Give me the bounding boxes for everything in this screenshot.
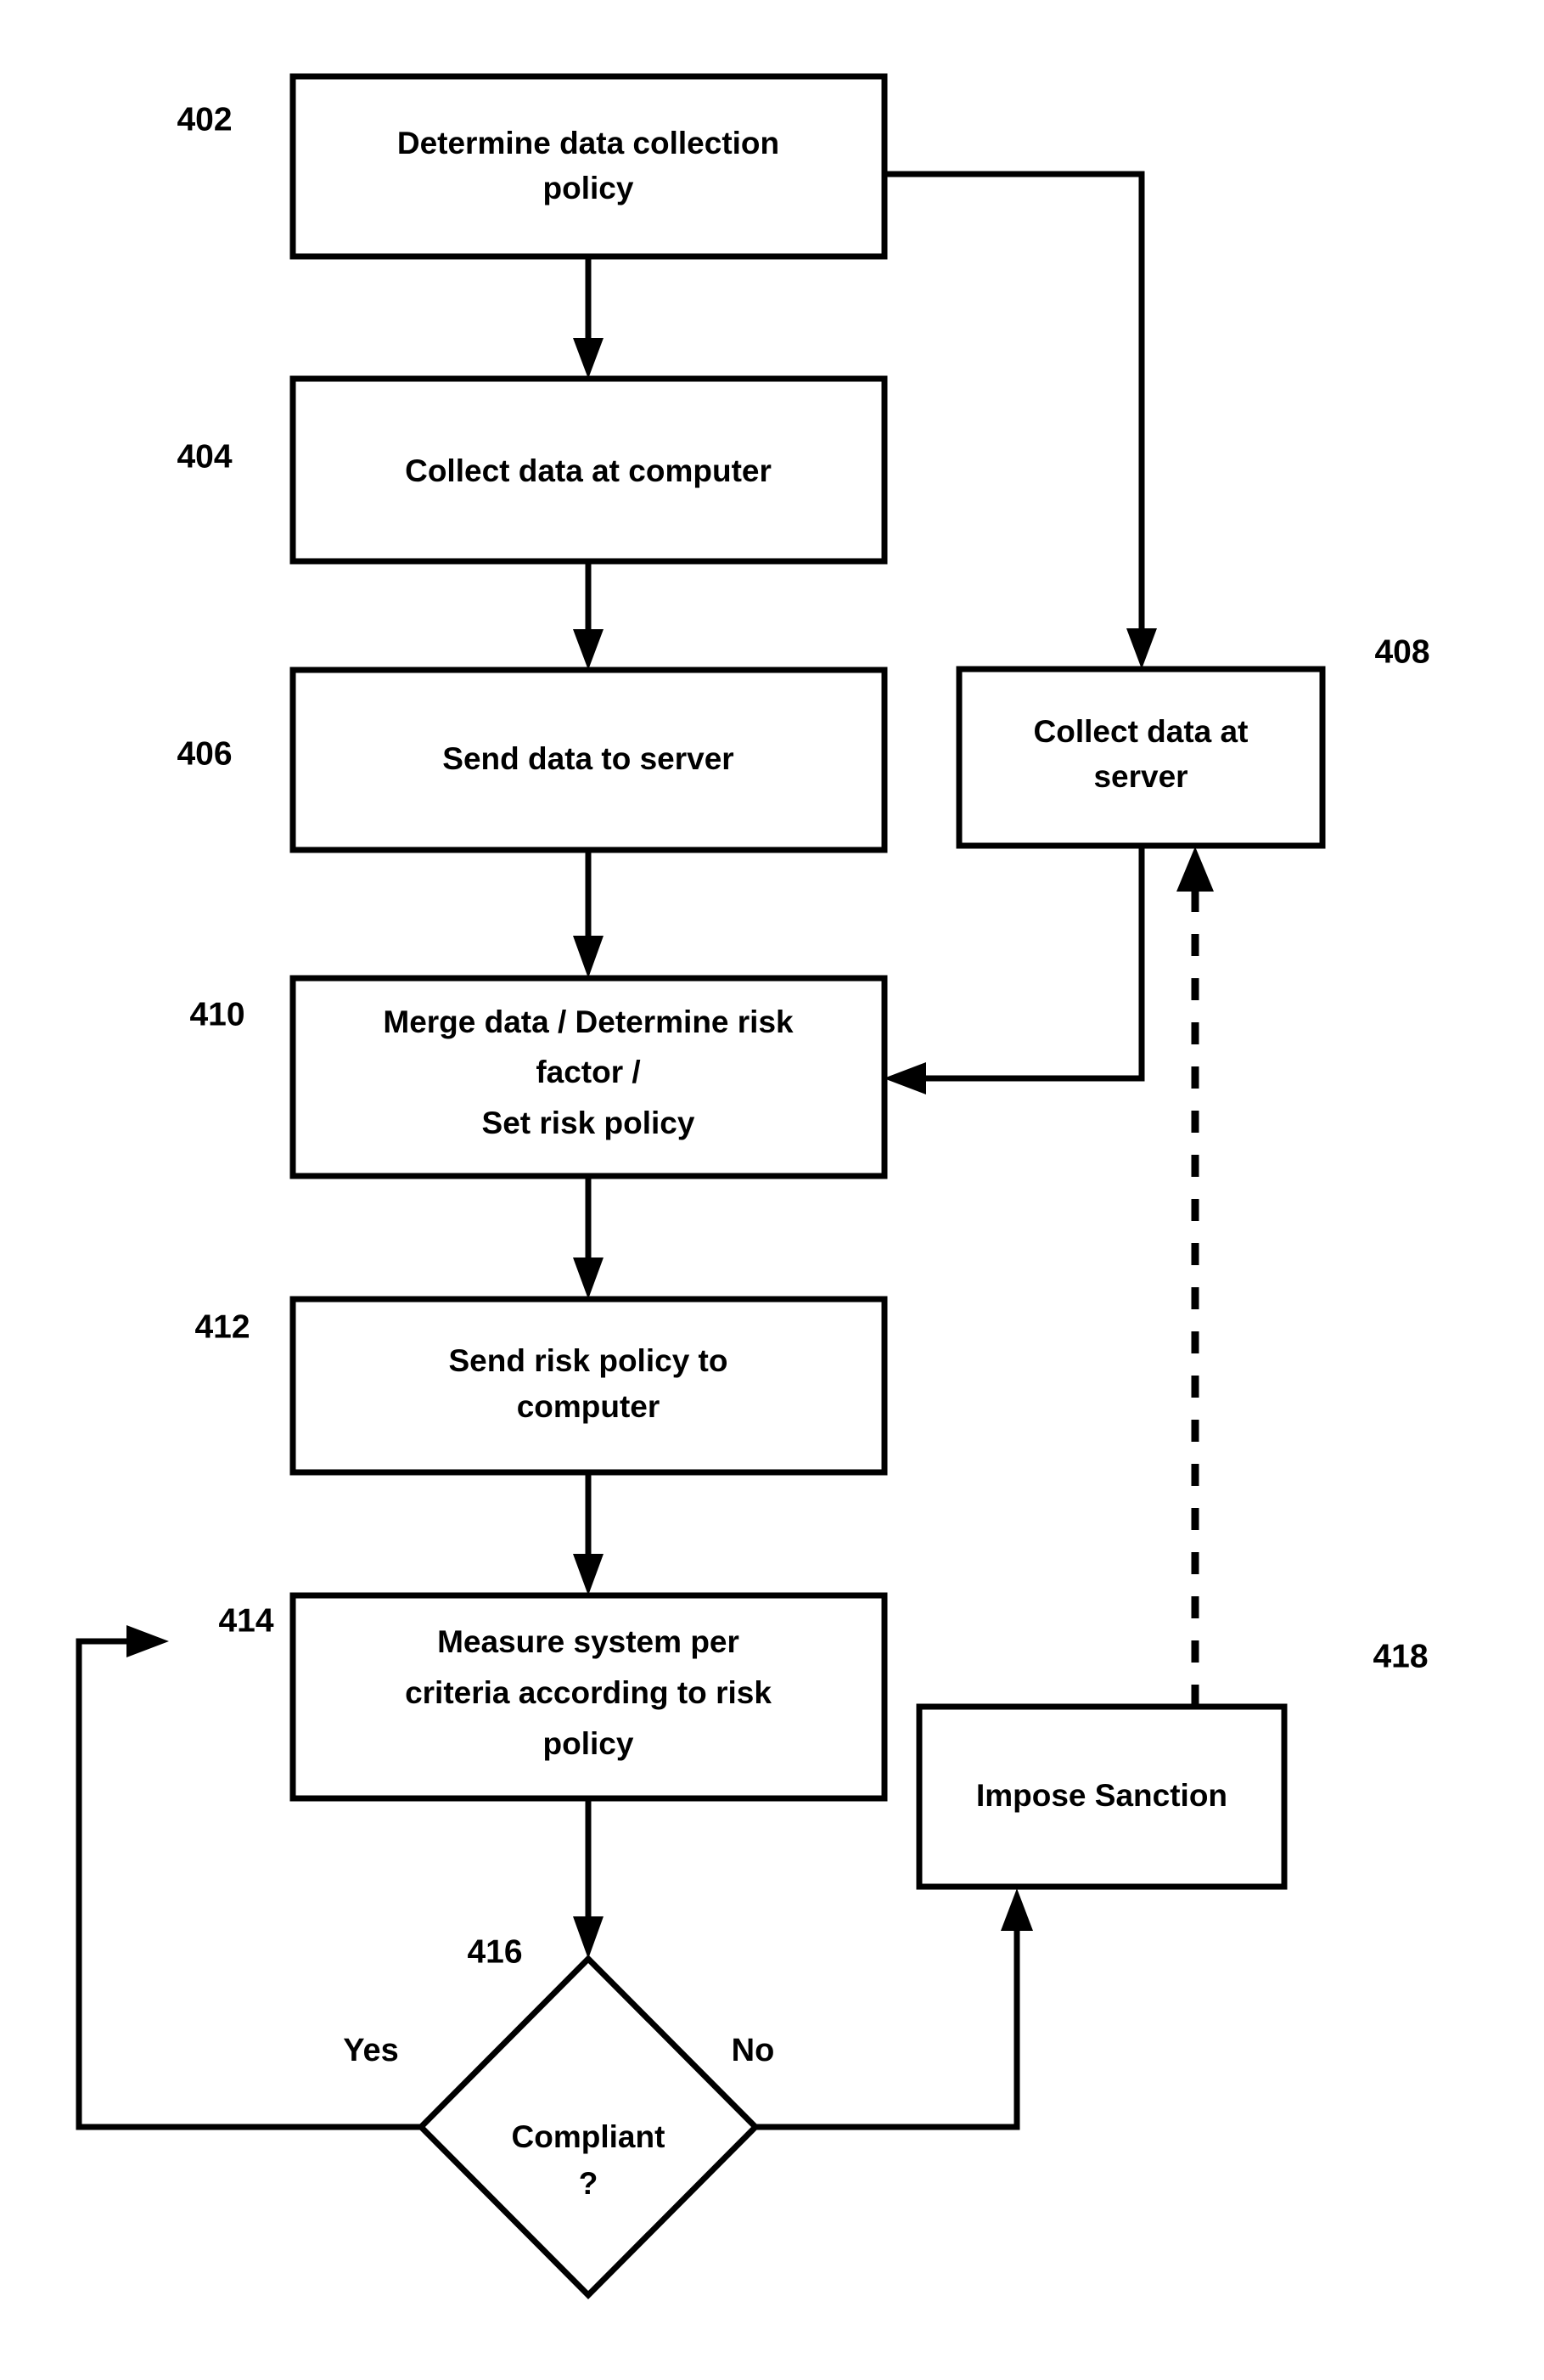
node-418-label-line1: Impose Sanction (976, 1778, 1227, 1813)
node-402[interactable]: Determine data collection policy (289, 73, 888, 260)
flowchart-canvas: Determine data collection policy 402 Col… (76, 73, 1430, 2299)
node-412-label-line1: Send risk policy to (449, 1343, 728, 1378)
node-408-label-line2: server (1093, 759, 1187, 794)
node-416-ref: 416 (467, 1933, 522, 1970)
node-408-ref: 408 (1374, 633, 1429, 670)
node-414-label-line3: policy (543, 1726, 634, 1761)
node-408-box[interactable] (956, 666, 1326, 849)
branch-label-yes: Yes (343, 2033, 399, 2068)
node-416[interactable]: Compliant ? (417, 1955, 760, 2299)
node-402-label-line2: policy (543, 171, 634, 205)
node-414-label-line1: Measure system per (437, 1624, 739, 1659)
node-404-label-line1: Collect data at computer (405, 453, 772, 488)
connector-404-to-406 (573, 561, 604, 670)
node-410-ref: 410 (189, 996, 244, 1032)
node-402-label-line1: Determine data collection (397, 126, 779, 160)
node-416-label-line1: Compliant (512, 2119, 665, 2154)
connector-418-to-408-dashed (1176, 847, 1214, 1707)
connector-406-to-410 (573, 850, 604, 978)
node-410-label-line2: factor / (536, 1055, 640, 1089)
node-410-label-line1: Merge data / Determine risk (383, 1004, 794, 1039)
connector-414-to-416 (573, 1798, 604, 1959)
node-412-label-line2: computer (517, 1389, 660, 1424)
connector-412-to-414 (573, 1472, 604, 1595)
connector-416-no-to-418 (755, 1888, 1033, 2130)
node-402-ref: 402 (177, 101, 232, 138)
node-404-ref: 404 (177, 438, 232, 475)
node-414-ref: 414 (218, 1602, 273, 1639)
node-406[interactable]: Send data to server (289, 667, 888, 853)
node-414-label-line2: criteria according to risk (405, 1675, 772, 1710)
connector-402-to-404 (573, 256, 604, 379)
node-414[interactable]: Measure system per criteria according to… (289, 1592, 888, 1802)
node-412-box[interactable] (289, 1296, 888, 1476)
node-402-box[interactable] (289, 73, 888, 260)
node-406-label-line1: Send data to server (442, 741, 733, 776)
node-406-ref: 406 (177, 735, 232, 772)
node-410[interactable]: Merge data / Determine risk factor / Set… (289, 975, 888, 1179)
node-412[interactable]: Send risk policy to computer (289, 1296, 888, 1476)
connector-408-to-410 (884, 846, 1145, 1094)
node-408[interactable]: Collect data at server (956, 666, 1326, 849)
flowchart-figure: Determine data collection policy 402 Col… (0, 0, 1544, 2380)
connector-402-to-408 (884, 171, 1157, 669)
node-418-ref: 418 (1373, 1638, 1428, 1674)
node-412-ref: 412 (194, 1308, 250, 1345)
node-416-label-line2: ? (579, 2166, 598, 2201)
node-404[interactable]: Collect data at computer (289, 375, 888, 565)
branch-label-no: No (732, 2033, 775, 2068)
node-408-label-line1: Collect data at (1034, 714, 1249, 749)
node-410-label-line3: Set risk policy (482, 1106, 695, 1140)
connector-410-to-412 (573, 1176, 604, 1299)
node-418[interactable]: Impose Sanction (916, 1703, 1288, 1890)
